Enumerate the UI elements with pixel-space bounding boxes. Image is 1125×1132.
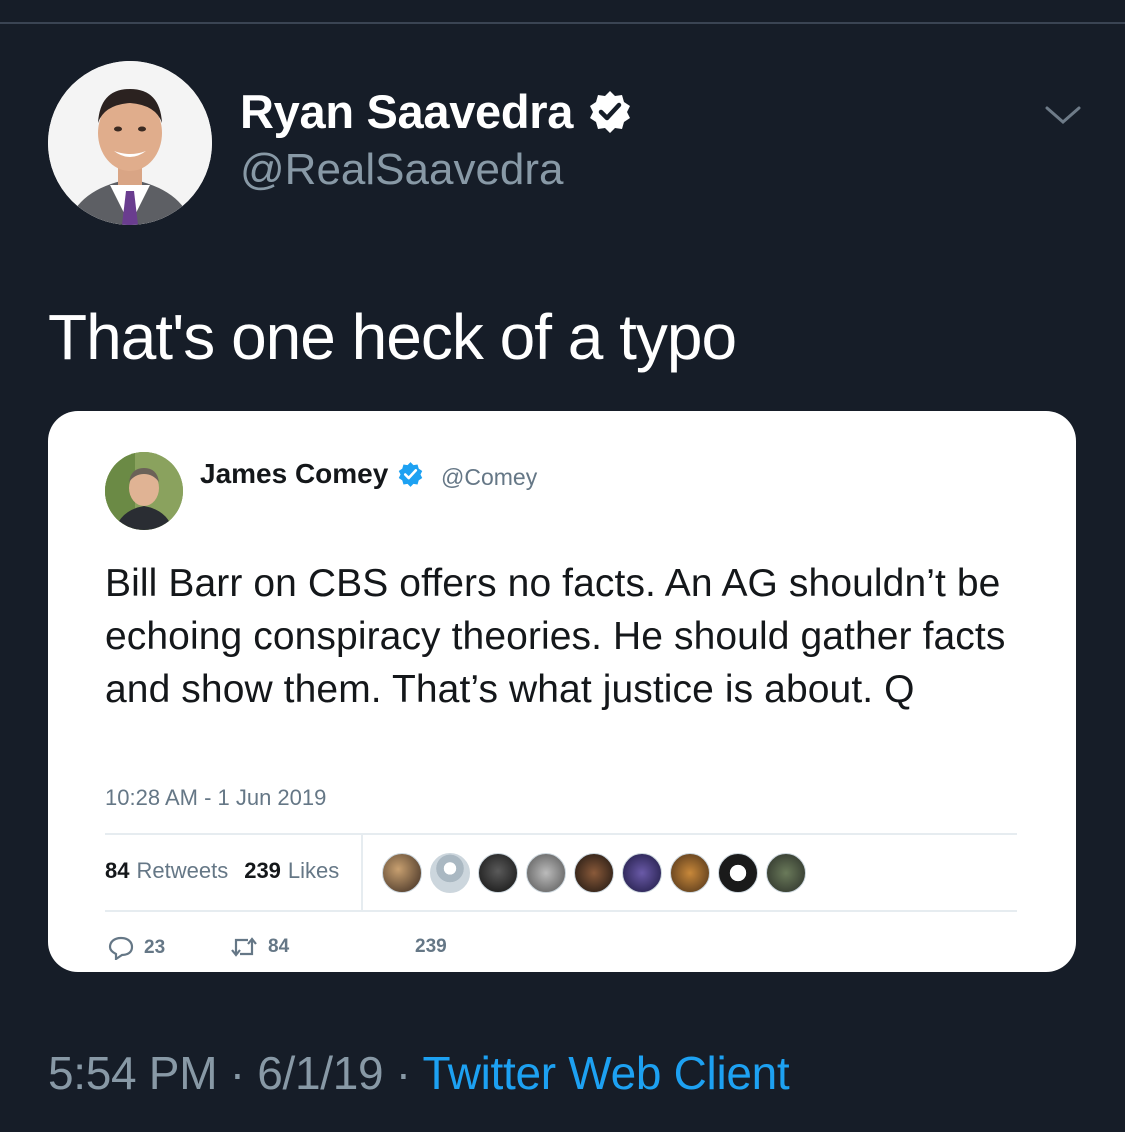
- liker-avatar: [718, 853, 758, 893]
- stats-separator: [361, 835, 363, 910]
- embedded-tweet-image[interactable]: James Comey @Comey Bill Barr on CBS offe…: [48, 411, 1076, 972]
- tweet-text: That's one heck of a typo: [48, 301, 737, 373]
- retweet-count: 84: [268, 936, 290, 957]
- engagement-stats: 84 Retweets 239 Likes: [105, 858, 339, 884]
- liker-avatar: [766, 853, 806, 893]
- author-handle[interactable]: @RealSaavedra: [240, 145, 564, 195]
- verified-badge-icon: [587, 89, 633, 135]
- liker-avatar: [478, 853, 518, 893]
- tweet-page: Ryan Saavedra @RealSaavedra That's one h…: [0, 0, 1125, 1132]
- liker-avatar: [574, 853, 614, 893]
- divider: [105, 833, 1017, 835]
- embedded-author-avatar: [105, 452, 183, 530]
- reply-icon: [108, 936, 134, 960]
- client-link[interactable]: Twitter Web Client: [422, 1047, 789, 1099]
- embedded-author-name-text: James Comey: [200, 458, 389, 489]
- verified-badge-icon: [397, 461, 424, 488]
- author-name-text[interactable]: Ryan Saavedra: [240, 84, 573, 139]
- author-avatar[interactable]: [48, 61, 212, 225]
- liker-avatar: [430, 853, 470, 893]
- likes-count: 239: [244, 858, 281, 883]
- liker-avatar: [670, 853, 710, 893]
- liker-avatar: [382, 853, 422, 893]
- reply-count: 23: [144, 937, 166, 958]
- top-divider: [0, 22, 1125, 24]
- like-count: 239: [415, 936, 447, 957]
- likes-label: Likes: [287, 858, 340, 883]
- divider: [105, 910, 1017, 912]
- embedded-tweet-text: Bill Barr on CBS offers no facts. An AG …: [105, 562, 1006, 711]
- embedded-timestamp: 10:28 AM - 1 Jun 2019: [105, 785, 327, 810]
- embedded-author-handle: @Comey: [441, 464, 538, 490]
- author-name[interactable]: Ryan Saavedra: [240, 84, 633, 139]
- liker-avatar: [622, 853, 662, 893]
- reply-action: 23: [108, 936, 165, 960]
- liker-avatars: [382, 853, 814, 893]
- tweet-meta: 5:54 PM · 6/1/19 · Twitter Web Client: [48, 1046, 790, 1100]
- chevron-down-icon[interactable]: [1044, 100, 1082, 130]
- like-action: 239: [415, 936, 447, 958]
- embedded-author-name: James Comey: [200, 458, 424, 490]
- retweets-label: Retweets: [136, 858, 229, 883]
- embedded-actions: 23 84 239: [108, 936, 508, 962]
- retweet-icon: [231, 937, 257, 957]
- liker-avatar: [526, 853, 566, 893]
- retweets-count: 84: [105, 858, 130, 883]
- tweet-timestamp[interactable]: 5:54 PM · 6/1/19 ·: [48, 1047, 422, 1099]
- retweet-action: 84: [230, 936, 289, 958]
